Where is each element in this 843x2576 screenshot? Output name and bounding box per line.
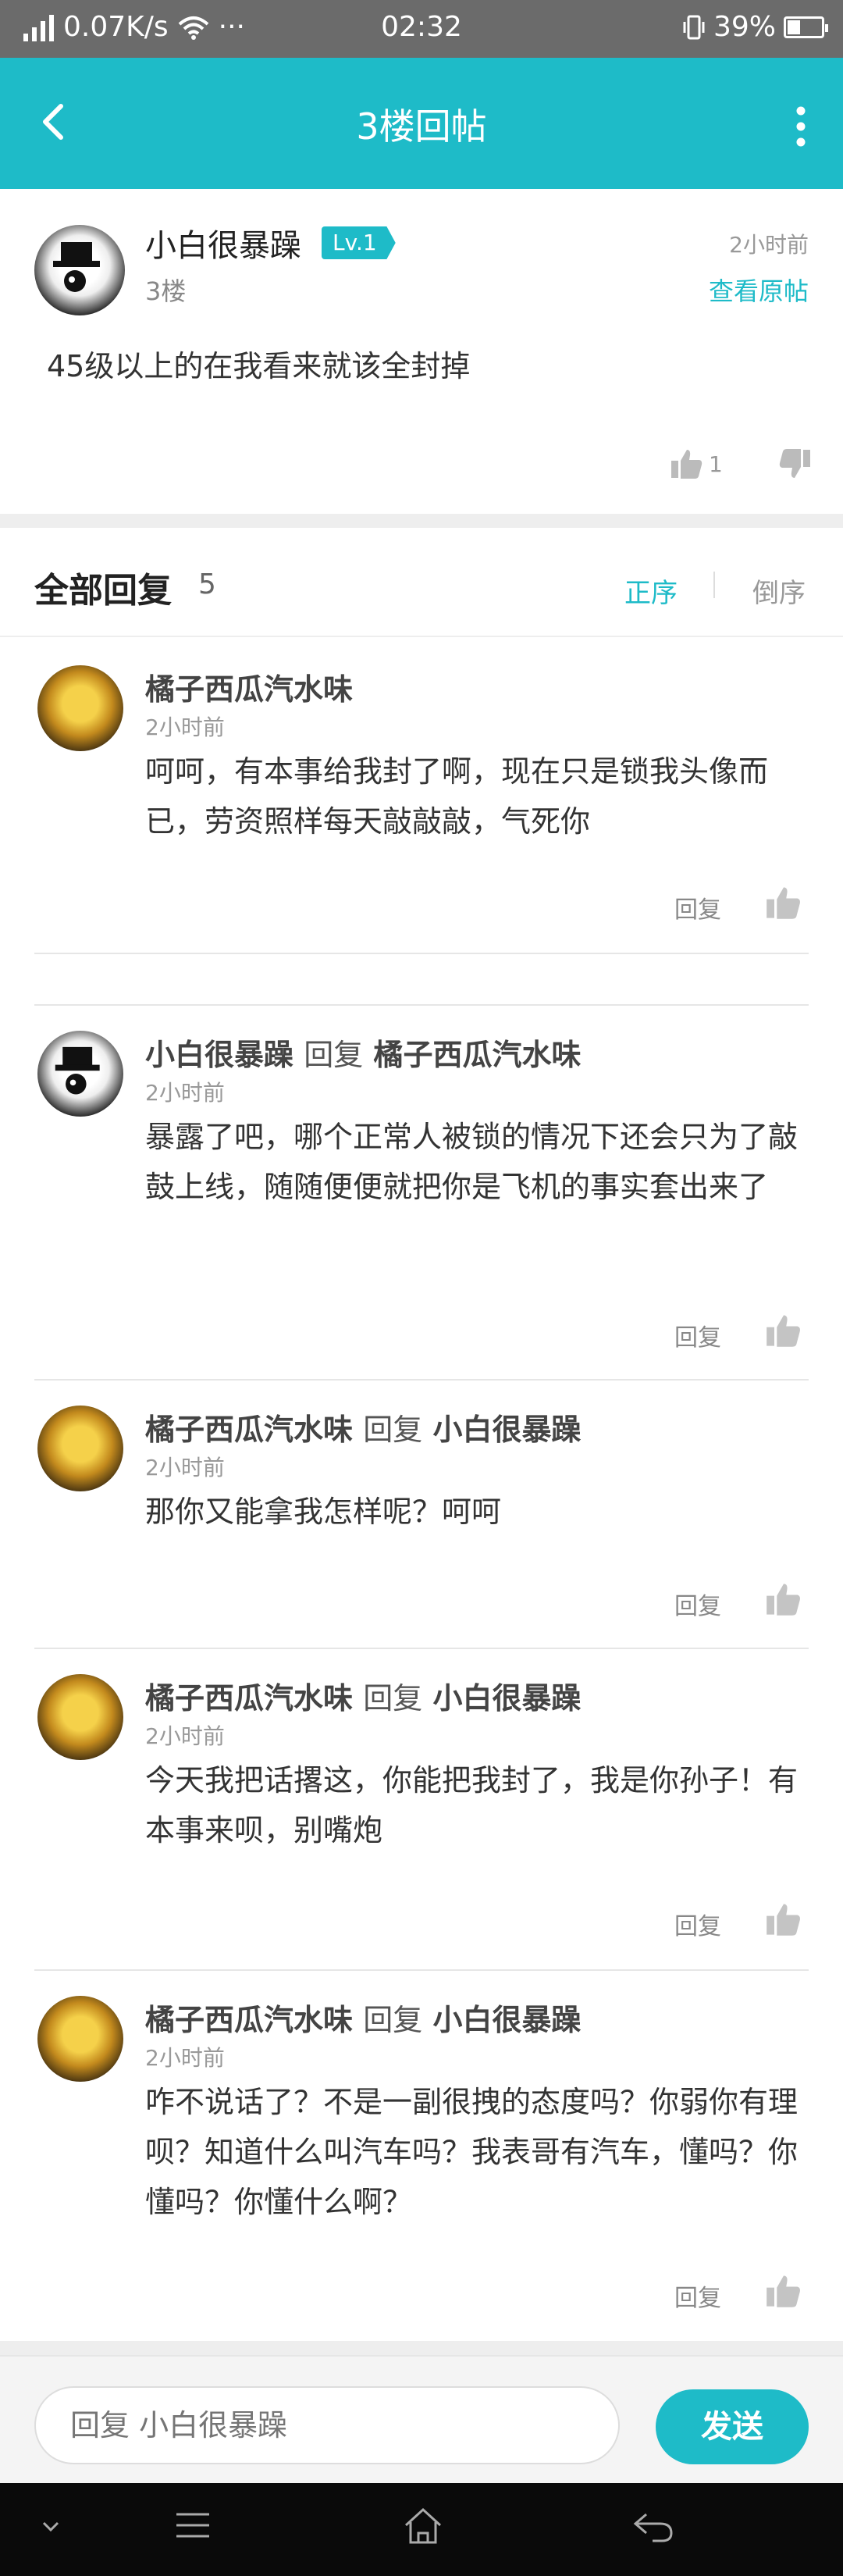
reply-author[interactable]: 橘子西瓜汽水味 回复 小白很暴躁: [145, 1996, 582, 2039]
like-button[interactable]: 1: [670, 447, 723, 481]
reply-time: 2小时前: [145, 1723, 225, 1749]
back-icon[interactable]: [632, 2510, 674, 2544]
reply-button[interactable]: 回复: [674, 2278, 721, 2313]
reply-author[interactable]: 橘子西瓜汽水味 回复 小白很暴躁: [145, 1406, 582, 1448]
avatar[interactable]: [34, 225, 125, 315]
reply-time: 2小时前: [145, 1455, 225, 1480]
reply-time: 2小时前: [145, 714, 225, 740]
reply-content: 咋不说话了？不是一副很拽的态度吗？你弱你有理呗？知道什么叫汽车吗？我表哥有汽车，…: [145, 2085, 799, 2219]
post-floor: 3楼: [145, 276, 187, 306]
main-post: 小白很暴躁 Lv.1 3楼 2小时前 查看原帖 45级以上的在我看来就该全封掉 …: [0, 189, 843, 514]
thumbs-up-icon[interactable]: [765, 1312, 802, 1349]
reply-content: 呵呵，有本事给我封了啊，现在只是锁我头像而已，劳资照样每天敲敲敲，气死你: [145, 754, 769, 839]
battery-percent: 39%: [713, 11, 776, 43]
reply-content: 那你又能拿我怎样呢？呵呵: [145, 1495, 502, 1529]
home-icon[interactable]: [403, 2507, 443, 2546]
chevron-down-icon[interactable]: [41, 2519, 61, 2535]
post-time: 2小时前: [729, 232, 809, 258]
like-count: 1: [709, 451, 723, 477]
view-original-link[interactable]: 查看原帖: [709, 272, 809, 308]
sort-divider: [713, 572, 715, 598]
divider: [34, 1648, 809, 1649]
all-replies-label: 全部回复: [34, 571, 172, 611]
header: 3楼回帖: [0, 58, 843, 189]
post-content: 45级以上的在我看来就该全封掉: [47, 349, 471, 383]
thumbs-down-icon[interactable]: [777, 447, 812, 481]
divider: [34, 953, 809, 954]
sort-descending-button[interactable]: 倒序: [752, 572, 806, 610]
reply-author[interactable]: 小白很暴躁 回复 橘子西瓜汽水味: [145, 1031, 582, 1074]
sort-ascending-button[interactable]: 正序: [624, 572, 678, 610]
divider: [34, 1969, 809, 1971]
avatar[interactable]: [37, 665, 123, 751]
reply-input[interactable]: [34, 2386, 620, 2464]
reply-time: 2小时前: [145, 2045, 225, 2071]
system-nav-bar: [0, 2483, 843, 2576]
reply-button[interactable]: 回复: [674, 1907, 721, 1941]
replies-header: 全部回复 5 正序 倒序: [0, 528, 843, 637]
divider: [34, 1004, 809, 1006]
thumbs-up-icon[interactable]: [765, 1580, 802, 1618]
thumbs-up-icon: [671, 450, 702, 479]
thumbs-up-icon[interactable]: [765, 884, 802, 921]
more-menu-icon[interactable]: [793, 103, 809, 150]
thumbs-up-icon[interactable]: [765, 2272, 802, 2310]
vibrate-icon: [683, 15, 705, 39]
post-author[interactable]: 小白很暴躁: [145, 220, 301, 265]
divider: [34, 1379, 809, 1381]
avatar[interactable]: [37, 1031, 123, 1117]
avatar[interactable]: [37, 1674, 123, 1760]
section-gap: [0, 2341, 843, 2355]
reply-author[interactable]: 橘子西瓜汽水味: [145, 665, 353, 708]
reply-button[interactable]: 回复: [674, 1587, 721, 1621]
reply-author[interactable]: 橘子西瓜汽水味 回复 小白很暴躁: [145, 1674, 582, 1717]
menu-icon[interactable]: [173, 2510, 212, 2541]
avatar[interactable]: [37, 1406, 123, 1491]
section-gap: [0, 514, 843, 528]
thumbs-up-icon[interactable]: [765, 1901, 802, 1938]
reply-input-bar: 发送: [0, 2355, 843, 2483]
reply-button[interactable]: 回复: [674, 890, 721, 925]
avatar[interactable]: [37, 1996, 123, 2082]
reply-count: 5: [198, 568, 216, 600]
reply-button[interactable]: 回复: [674, 1318, 721, 1352]
battery-icon: [784, 16, 828, 38]
status-bar: 0.07K/s ··· 02:32 39%: [0, 0, 843, 58]
reply-content: 暴露了吧，哪个正常人被锁的情况下还会只为了敲鼓上线，随随便便就把你是飞机的事实套…: [145, 1120, 799, 1204]
reply-content: 今天我把话撂这，你能把我封了，我是你孙子！有本事来呗，别嘴炮: [145, 1763, 799, 1847]
page-title: 3楼回帖: [356, 105, 487, 148]
send-button[interactable]: 发送: [656, 2389, 809, 2464]
level-badge: Lv.1: [322, 226, 396, 259]
reply-time: 2小时前: [145, 1080, 225, 1106]
